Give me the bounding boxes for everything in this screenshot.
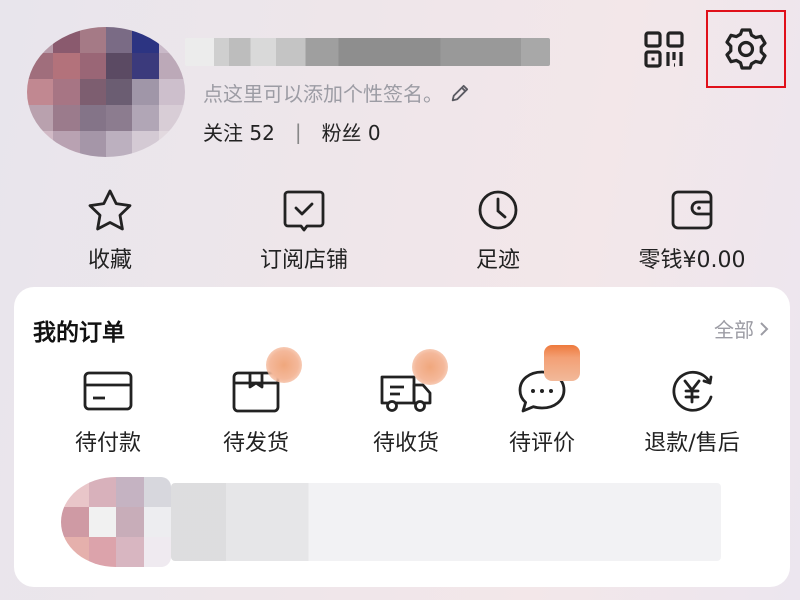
footprints-label: 足迹 xyxy=(475,248,520,273)
favorites-button[interactable]: 收藏 xyxy=(84,188,136,274)
gear-icon xyxy=(725,28,767,70)
fans-label: 粉丝 xyxy=(321,121,362,145)
fans-link[interactable]: 粉丝 0 xyxy=(322,117,381,146)
star-icon xyxy=(88,189,132,231)
pending-review-button[interactable]: 待评价 xyxy=(500,345,584,457)
card-icon xyxy=(83,371,133,411)
pending-payment-label: 待付款 xyxy=(74,431,141,456)
refund-aftersales-label: 退款/售后 xyxy=(644,431,740,456)
subscribed-shops-label: 订阅店铺 xyxy=(259,248,348,273)
pending-shipment-badge-blurred xyxy=(266,347,302,383)
all-orders-label: 全部 xyxy=(714,318,754,342)
follow-link[interactable]: 关注 52 xyxy=(203,117,275,146)
avatar[interactable] xyxy=(27,27,185,157)
pending-shipment-button[interactable]: 待发货 xyxy=(214,347,302,457)
footprints-button[interactable]: 足迹 xyxy=(470,188,526,274)
settings-button[interactable] xyxy=(706,10,786,88)
qr-code-icon xyxy=(644,31,684,68)
follow-label: 关注 xyxy=(203,121,243,145)
refund-yuan-icon xyxy=(672,370,713,412)
all-orders-link[interactable]: 全部 xyxy=(714,314,770,343)
signature-prompt[interactable]: 点这里可以添加个性签名。 xyxy=(203,78,471,107)
pencil-icon xyxy=(451,84,469,101)
clock-icon xyxy=(478,190,518,230)
wallet-label: 零钱¥0.00 xyxy=(638,248,746,273)
follow-count: 52 xyxy=(249,121,275,145)
pending-receipt-button[interactable]: 待收货 xyxy=(364,349,448,457)
pending-review-label: 待评价 xyxy=(508,431,575,456)
favorites-label: 收藏 xyxy=(87,248,132,273)
wallet-icon xyxy=(671,190,713,230)
orders-card: 我的订单 全部 待付款 待发货 待收货 待评价 退款/售后 xyxy=(14,287,790,587)
pending-review-badge-blurred xyxy=(544,345,580,381)
pending-shipment-label: 待发货 xyxy=(222,431,289,456)
wallet-button[interactable]: 零钱¥0.00 xyxy=(630,188,754,274)
refund-aftersales-button[interactable]: 退款/售后 xyxy=(630,367,754,457)
fans-count: 0 xyxy=(367,121,381,145)
qr-code-button[interactable] xyxy=(643,30,687,70)
username-blurred xyxy=(185,38,550,66)
signature-text: 点这里可以添加个性签名。 xyxy=(203,82,443,106)
subscribe-check-icon xyxy=(283,190,325,232)
blurred-item-text xyxy=(171,483,721,561)
follow-stats: 关注 52 | 粉丝 0 xyxy=(203,117,381,146)
subscribed-shops-button[interactable]: 订阅店铺 xyxy=(250,188,358,274)
stats-separator: | xyxy=(294,119,302,144)
pending-receipt-badge-blurred xyxy=(412,349,448,385)
orders-title: 我的订单 xyxy=(33,320,125,346)
pending-payment-button[interactable]: 待付款 xyxy=(66,367,150,457)
chevron-right-icon xyxy=(760,321,769,336)
pending-receipt-label: 待收货 xyxy=(372,431,439,456)
blurred-order-preview[interactable] xyxy=(61,477,721,567)
blurred-thumbnail xyxy=(61,477,171,567)
quick-actions: 收藏 订阅店铺 足迹 零钱¥0.00 xyxy=(0,188,800,273)
